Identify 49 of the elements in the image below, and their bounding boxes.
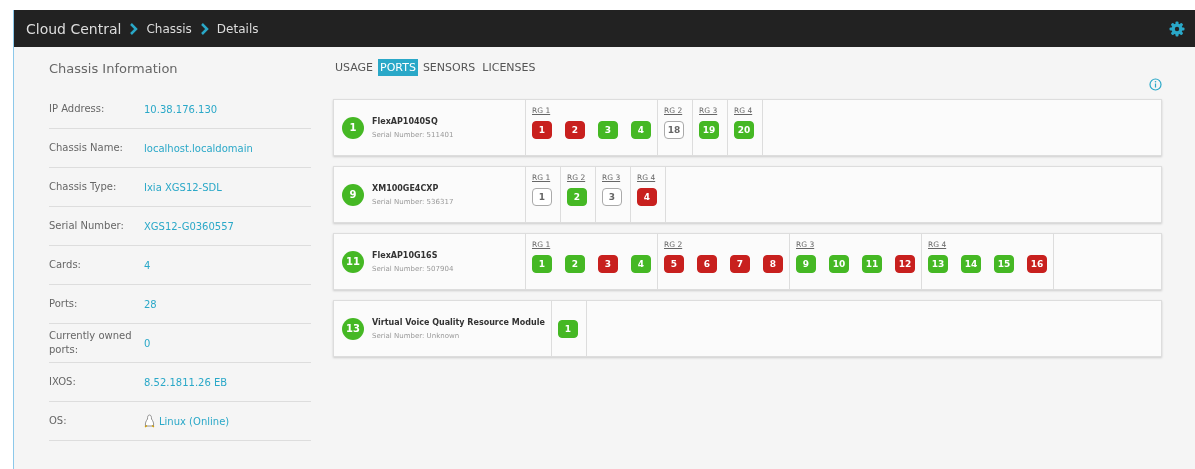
card-name: FlexAP1040SQ [372,116,439,126]
field-label: IXOS: [49,375,77,389]
breadcrumb-link[interactable]: Cloud Central [26,20,122,37]
field-value: 8.52.1811.26 EB [144,376,228,388]
field-value: 0 [144,337,151,349]
slot-badge: 9 [342,183,364,206]
port-badge[interactable]: 5 [664,255,684,273]
port-badge[interactable]: 6 [697,255,717,273]
settings-icon[interactable] [1169,20,1185,37]
port-badge[interactable]: 3 [598,255,618,273]
breadcrumb-link[interactable]: Chassis [146,21,192,36]
field-label: Ports: [49,297,79,311]
field-value: XGS12-G0360557 [144,220,234,232]
field-label: OS: [49,414,68,428]
port-badge[interactable]: 2 [565,121,585,139]
port-badge[interactable]: 1 [532,188,552,206]
chevron-icon [199,22,209,35]
port-badge[interactable]: 12 [895,255,915,273]
field-label: Currently owned ports: [49,329,133,357]
field-value: 28 [144,298,157,310]
card-name: Virtual Voice Quality Resource Module [372,317,545,327]
slot-badge: 11 [342,250,364,273]
port-badge[interactable]: 3 [602,188,622,206]
field-value: 10.38.176.130 [144,103,218,115]
port-badge[interactable]: 7 [730,255,750,273]
port-badge[interactable]: 18 [664,121,684,139]
card-name: FlexAP10G16S [372,250,439,260]
tab[interactable]: USAGE [333,59,376,76]
field-label: Chassis Name: [49,141,124,155]
slot-badge: 1 [342,116,364,139]
field-value: 4 [144,259,151,271]
breadcrumb-link[interactable]: Details [216,21,259,36]
slot-badge: 13 [342,317,364,340]
field-label: Serial Number: [49,219,125,233]
field-label: Cards: [49,258,82,272]
port-badge[interactable]: 1 [532,121,552,139]
penguin-icon [144,414,155,428]
field-label: IP Address: [49,102,106,116]
field-label: Chassis Type: [49,180,118,194]
chevron-icon [129,22,139,35]
tab[interactable]: SENSORS [420,59,478,76]
tab[interactable]: LICENSES [480,59,538,76]
card-name: XM100GE4CXP [372,183,440,193]
field-value: localhost.localdomain [144,142,253,154]
section-title: Chassis Information [49,60,179,78]
port-badge[interactable]: 8 [763,255,783,273]
field-value: Ixia XGS12-SDL [144,181,222,193]
port-badge[interactable]: 4 [637,188,657,206]
port-badge[interactable]: 16 [1027,255,1047,273]
